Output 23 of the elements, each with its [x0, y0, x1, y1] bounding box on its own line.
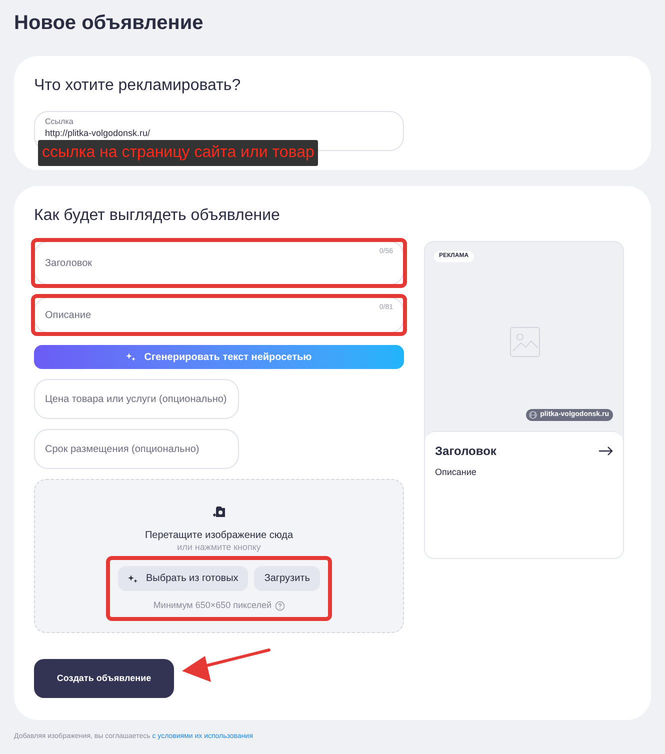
image-button[interactable]: Выбрать из готовых: [118, 566, 248, 591]
sparkle-icon: [128, 574, 138, 584]
section-heading: Как будет выглядеть объявление: [34, 206, 281, 226]
dropzone-title: Перетащите изображение сюда: [144, 530, 294, 542]
camera-icon: [212, 506, 226, 518]
help-icon[interactable]: [274, 600, 285, 611]
section-heading: Что хотите рекламировать?: [34, 76, 242, 96]
image-button[interactable]: Загрузить: [254, 566, 320, 591]
text-field[interactable]: Срок размещения (опционально): [34, 429, 239, 469]
annotation-label: ссылка на страницу сайта или товар: [38, 140, 318, 166]
page-title: Новое объявление: [14, 11, 204, 36]
dropzone-subtitle: или нажмите кнопку: [177, 542, 261, 553]
generate-button[interactable]: Сгенерировать текст нейросетью: [34, 345, 404, 369]
image-placeholder-icon: [510, 327, 540, 357]
size-hint: Минимум 650×650 пикселей: [153, 599, 272, 612]
preview-description: Описание: [435, 466, 478, 479]
arrow-right-icon: [599, 446, 613, 456]
sparkle-icon: [126, 352, 136, 362]
create-button[interactable]: Создать объявление: [34, 659, 174, 698]
preview-title: Заголовок: [435, 443, 496, 460]
text-field[interactable]: Цена товара или услуги (опционально): [34, 379, 239, 419]
globe-icon: [529, 411, 538, 419]
image-dropzone[interactable]: Перетащите изображение сюда или нажмите кнопку Выбрать из готовых Загрузить Минимум 650×650 пикселей: [34, 479, 404, 633]
